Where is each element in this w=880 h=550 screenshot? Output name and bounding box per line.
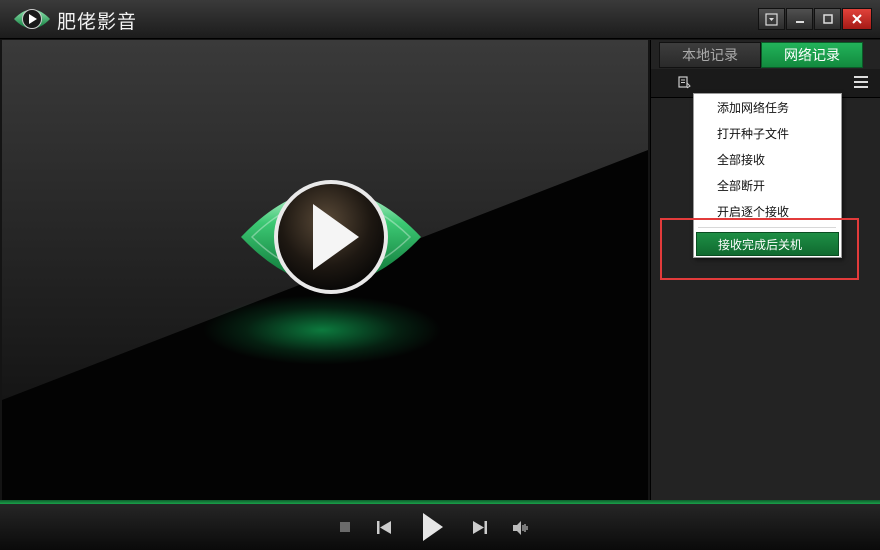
dropdown-menu-button[interactable] bbox=[758, 8, 785, 30]
menu-item-add-network-task[interactable]: 添加网络任务 bbox=[696, 96, 839, 120]
menu-icon[interactable] bbox=[853, 74, 869, 90]
panel-tabs: 本地记录 网络记录 bbox=[659, 42, 863, 68]
dropdown-menu-icon bbox=[765, 12, 778, 26]
maximize-icon bbox=[822, 14, 833, 24]
maximize-button[interactable] bbox=[814, 8, 841, 30]
window-controls bbox=[757, 8, 872, 32]
play-glow bbox=[202, 295, 442, 365]
app-title: 肥佬影音 bbox=[57, 11, 138, 33]
next-icon[interactable] bbox=[473, 521, 487, 534]
control-bar bbox=[0, 504, 880, 550]
close-button[interactable] bbox=[842, 8, 872, 30]
volume-icon[interactable] bbox=[513, 521, 529, 535]
play-icon[interactable] bbox=[422, 512, 444, 542]
import-list-icon[interactable] bbox=[677, 75, 691, 89]
tab-local-records[interactable]: 本地记录 bbox=[659, 42, 761, 68]
big-play-icon[interactable] bbox=[238, 172, 424, 302]
highlight-annotation-box bbox=[660, 218, 859, 280]
video-area[interactable] bbox=[2, 40, 648, 500]
stop-icon[interactable] bbox=[340, 522, 350, 532]
previous-icon[interactable] bbox=[377, 521, 391, 534]
minimize-button[interactable] bbox=[786, 8, 813, 30]
title-bar: 肥佬影音 bbox=[0, 0, 880, 39]
close-icon bbox=[852, 14, 862, 24]
menu-item-receive-all[interactable]: 全部接收 bbox=[696, 148, 839, 172]
tab-network-records[interactable]: 网络记录 bbox=[761, 42, 863, 68]
app-logo-icon bbox=[14, 9, 50, 29]
menu-item-disconnect-all[interactable]: 全部断开 bbox=[696, 174, 839, 198]
menu-item-open-torrent[interactable]: 打开种子文件 bbox=[696, 122, 839, 146]
minimize-icon bbox=[795, 21, 804, 23]
